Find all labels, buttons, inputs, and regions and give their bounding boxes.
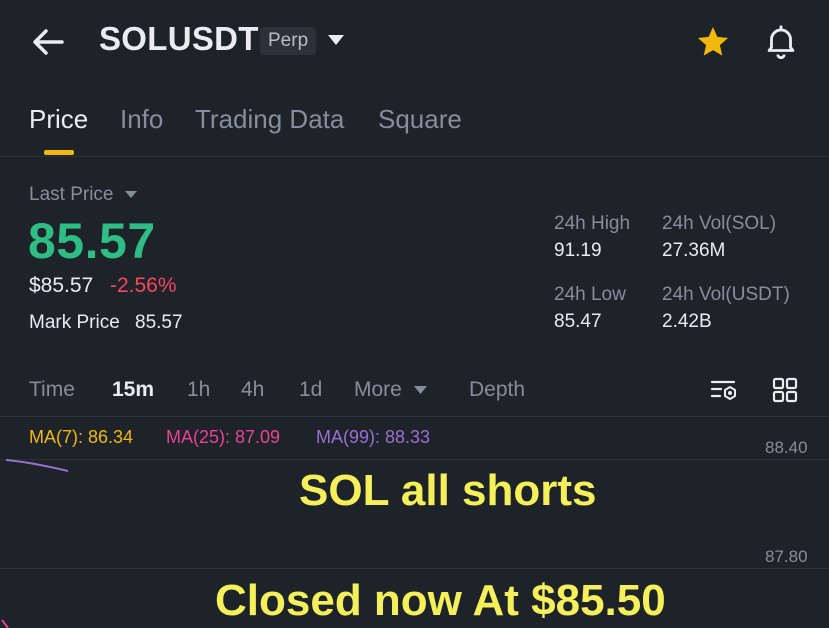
high-24h-value: 91.19 bbox=[554, 240, 602, 261]
bell-icon bbox=[767, 25, 795, 59]
tab-info[interactable]: Info bbox=[120, 104, 163, 135]
caret-down-icon bbox=[124, 191, 137, 199]
tab-price[interactable]: Price bbox=[29, 104, 88, 135]
overlay-text-line2: Closed now At $85.50 bbox=[215, 576, 666, 625]
chart-gridline bbox=[0, 459, 829, 460]
back-arrow-icon bbox=[33, 29, 64, 55]
indicator-settings-button[interactable] bbox=[708, 374, 740, 411]
tab-square[interactable]: Square bbox=[378, 104, 462, 135]
interval-1h[interactable]: 1h bbox=[187, 378, 210, 402]
usd-price: $85.57 bbox=[29, 274, 94, 297]
tab-trading-data[interactable]: Trading Data bbox=[195, 104, 344, 135]
interval-15m[interactable]: 15m bbox=[112, 378, 154, 402]
favorite-button[interactable] bbox=[695, 24, 731, 65]
grid-icon bbox=[772, 377, 798, 403]
price-change-percent: -2.56% bbox=[110, 274, 177, 297]
symbol-dropdown-button[interactable] bbox=[327, 33, 345, 52]
depth-tab[interactable]: Depth bbox=[469, 378, 525, 402]
ma99-legend: MA(99): 88.33 bbox=[316, 427, 431, 447]
vol-sol-label: 24h Vol(SOL) bbox=[662, 213, 777, 234]
ma-line bbox=[5, 459, 69, 472]
last-price-label: Last Price bbox=[29, 184, 114, 205]
indicator-settings-icon bbox=[710, 380, 736, 400]
low-24h-label: 24h Low bbox=[554, 284, 626, 305]
interval-4h[interactable]: 4h bbox=[241, 378, 264, 402]
interval-divider bbox=[0, 416, 829, 417]
overlay-text-line1: SOL all shorts bbox=[299, 466, 597, 515]
price-axis-label: 88.40 bbox=[765, 438, 808, 457]
price-alert-button[interactable] bbox=[762, 22, 800, 65]
tabs-divider bbox=[0, 156, 829, 157]
vol-usdt-label: 24h Vol(USDT) bbox=[662, 284, 790, 305]
contract-type-badge: Perp bbox=[260, 27, 317, 55]
vol-sol-value: 27.36M bbox=[662, 240, 726, 261]
active-tab-indicator bbox=[44, 150, 74, 155]
star-icon bbox=[698, 27, 728, 56]
chart-gridline bbox=[0, 568, 829, 569]
interval-time[interactable]: Time bbox=[29, 378, 75, 402]
last-price-value: 85.57 bbox=[28, 213, 156, 269]
interval-more[interactable]: More bbox=[354, 378, 427, 402]
ma7-legend: MA(7): 86.34 bbox=[29, 427, 134, 447]
ma-line bbox=[1, 619, 9, 628]
caret-down-icon bbox=[328, 35, 344, 45]
price-axis-label: 87.80 bbox=[765, 547, 808, 566]
interval-1d[interactable]: 1d bbox=[299, 378, 322, 402]
last-price-selector[interactable]: Last Price bbox=[29, 184, 137, 206]
symbol-title[interactable]: SOLUSDT bbox=[99, 20, 259, 58]
vol-usdt-value: 2.42B bbox=[662, 311, 712, 332]
low-24h-value: 85.47 bbox=[554, 311, 602, 332]
back-button[interactable] bbox=[28, 22, 68, 62]
high-24h-label: 24h High bbox=[554, 213, 631, 234]
mark-price-value: 85.57 bbox=[135, 312, 183, 333]
ma25-legend: MA(25): 87.09 bbox=[166, 427, 281, 447]
layout-grid-button[interactable] bbox=[771, 376, 799, 409]
mark-price-label: Mark Price bbox=[29, 312, 120, 333]
interval-more-label: More bbox=[354, 378, 402, 401]
caret-down-icon bbox=[413, 386, 427, 395]
